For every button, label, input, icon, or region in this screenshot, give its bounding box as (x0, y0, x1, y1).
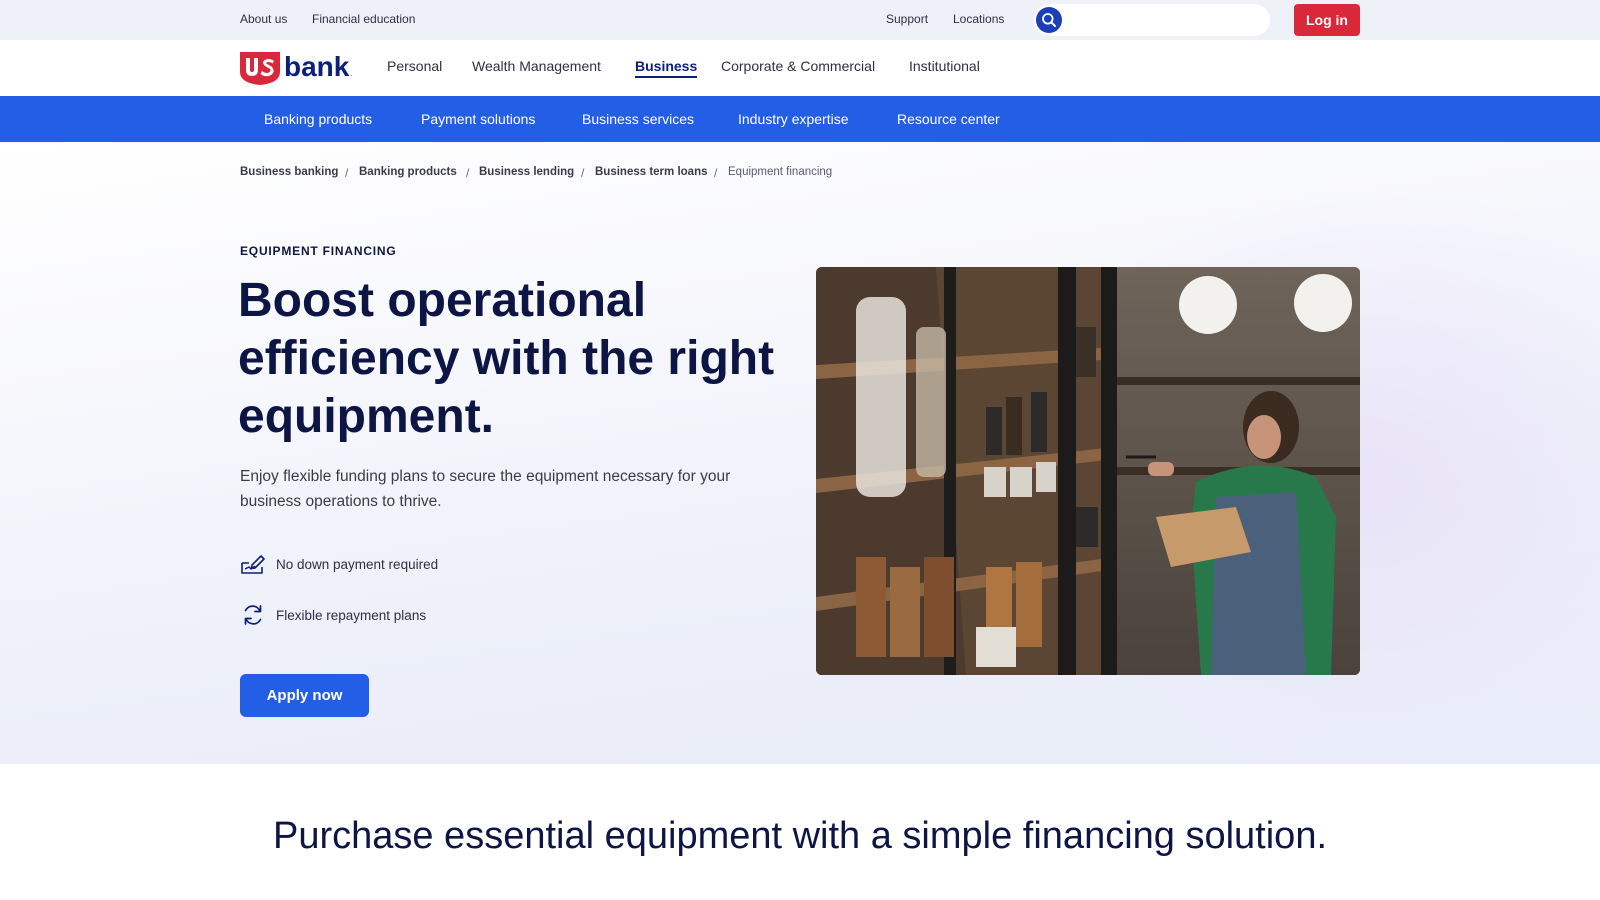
subnav-business-services[interactable]: Business services (582, 111, 694, 127)
signing-document-icon (240, 551, 266, 577)
hero-headline: Boost operational efficiency with the ri… (238, 274, 775, 443)
breadcrumb-business-lending[interactable]: Business lending (479, 166, 574, 178)
hero-photo (816, 267, 1360, 675)
locations-link[interactable]: Locations (953, 12, 1004, 26)
nav-business[interactable]: Business (635, 58, 698, 78)
hero-description: Enjoy flexible funding plans to secure t… (240, 468, 731, 510)
svg-text:.: . (350, 69, 352, 78)
feature-text: Flexible repayment plans (276, 607, 427, 623)
utility-bar: About us Financial education Support Loc… (0, 0, 1600, 40)
log-in-button[interactable]: Log in (1294, 4, 1360, 36)
nav-personal[interactable]: Personal (387, 58, 442, 74)
subnav-banking-products[interactable]: Banking products (264, 111, 372, 127)
us-bank-logo[interactable]: bank . (240, 50, 358, 86)
search-icon[interactable] (1036, 7, 1062, 33)
breadcrumb-current-page: Equipment financing (728, 166, 833, 178)
breadcrumb-business-banking[interactable]: Business banking (240, 166, 338, 178)
nav-corporate-commercial[interactable]: Corporate & Commercial (721, 58, 875, 74)
breadcrumb-banking-products[interactable]: Banking products (359, 166, 457, 178)
nav-institutional[interactable]: Institutional (909, 58, 980, 74)
feature-no-down-payment: No down payment required (240, 550, 640, 578)
search-input[interactable] (1034, 4, 1270, 36)
main-navigation: bank . Personal Wealth Management Busine… (0, 40, 1600, 96)
breadcrumb-business-term-loans[interactable]: Business term loans (595, 166, 707, 178)
feature-flexible-repayment: Flexible repayment plans (240, 601, 640, 629)
section-title: Purchase essential equipment with a simp… (272, 815, 1328, 857)
breadcrumb-separator: / (714, 166, 718, 180)
feature-text: No down payment required (276, 556, 439, 572)
refresh-arrows-icon (240, 602, 266, 628)
hero-eyebrow: EQUIPMENT FINANCING (240, 244, 397, 258)
nav-wealth-management[interactable]: Wealth Management (472, 58, 601, 74)
business-subnav: Banking products Payment solutions Busin… (0, 96, 1600, 142)
subnav-industry-expertise[interactable]: Industry expertise (738, 111, 849, 127)
subnav-payment-solutions[interactable]: Payment solutions (421, 111, 535, 127)
breadcrumb-separator: / (345, 166, 349, 180)
svg-text:bank: bank (284, 51, 350, 82)
hero-section: Business banking / Banking products / Bu… (0, 142, 1600, 764)
breadcrumb-separator: / (466, 166, 470, 180)
subnav-resource-center[interactable]: Resource center (897, 111, 1000, 127)
support-link[interactable]: Support (886, 12, 928, 26)
breadcrumb-separator: / (581, 166, 585, 180)
about-us-link[interactable]: About us (240, 12, 287, 26)
financial-education-link[interactable]: Financial education (312, 12, 415, 26)
apply-now-button[interactable]: Apply now (240, 674, 369, 717)
